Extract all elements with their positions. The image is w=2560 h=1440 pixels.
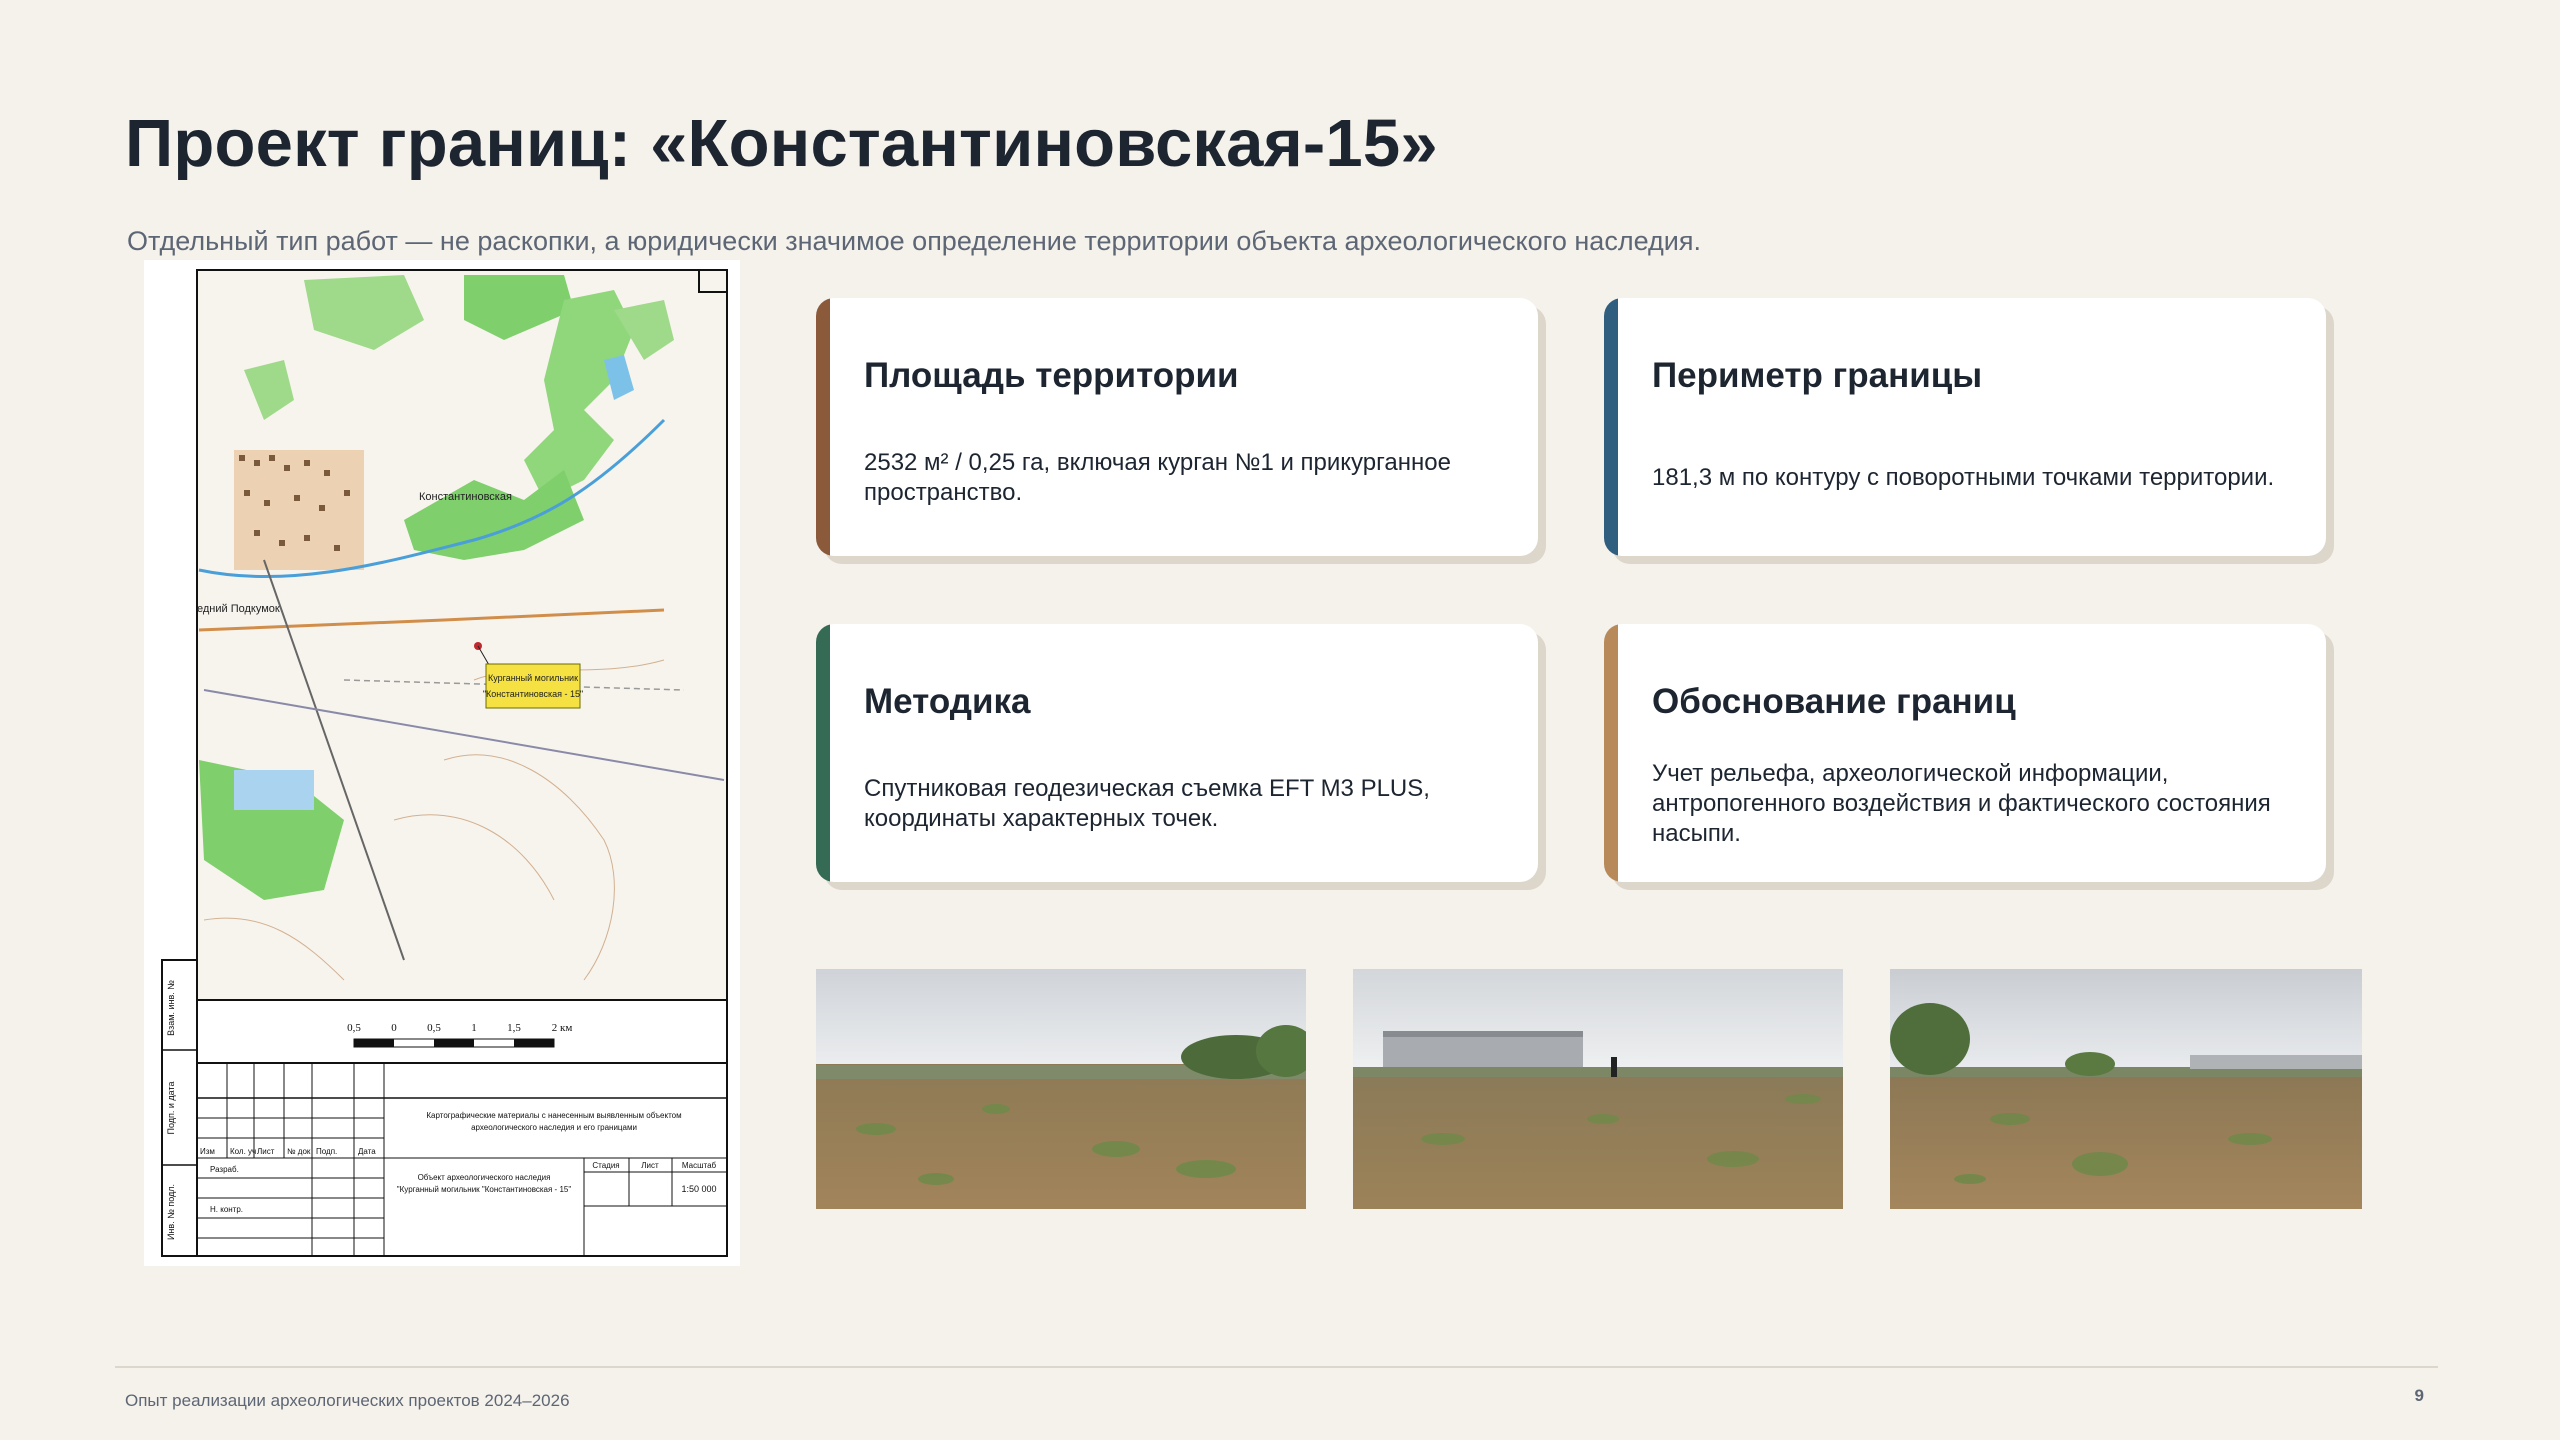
card-accent-bar [816, 298, 830, 556]
card-text: Спутниковая геодезическая съемка EFT M3 … [864, 775, 1430, 832]
svg-text:0,5: 0,5 [427, 1022, 441, 1034]
stamp-col-sheet: Лист [641, 1161, 659, 1170]
stamp-header-6: Дата [358, 1147, 376, 1156]
field-photo-1 [816, 969, 1306, 1209]
card-methodology: Методика Спутниковая геодезическая съемк… [816, 624, 1538, 882]
map-callout-line2: "Константиновская - 15" [483, 689, 583, 699]
card-title: Площадь территории [864, 356, 1239, 395]
card-title: Обоснование границ [1652, 682, 2016, 721]
stamp-header-4: № док [287, 1147, 311, 1156]
card-text: Учет рельефа, археологической информации… [1652, 760, 2271, 847]
card-title: Периметр границы [1652, 356, 1983, 395]
topographic-map: Константиновская едний Подкумок Курганны… [144, 260, 740, 1266]
page-number: 9 [2414, 1386, 2424, 1405]
card-text: 2532 м² / 0,25 га, включая курган №1 и п… [864, 449, 1451, 506]
stamp-header-1: Изм [200, 1147, 215, 1156]
card-accent-bar [1604, 624, 1618, 882]
svg-text:2 км: 2 км [552, 1022, 573, 1034]
map-town-label: Константиновская [419, 491, 512, 503]
map-callout-line1: Курганный могильник [488, 673, 578, 683]
svg-text:0,5: 0,5 [347, 1022, 361, 1034]
svg-text:0: 0 [391, 1022, 397, 1034]
stamp-row-developed: Разраб. [210, 1165, 239, 1174]
svg-text:1: 1 [471, 1022, 477, 1034]
card-accent-bar [816, 624, 830, 882]
card-perimeter: Периметр границы 181,3 м по контуру с по… [1604, 298, 2326, 556]
field-photo-3 [1890, 969, 2362, 1209]
stamp-header-5: Подп. [316, 1147, 337, 1156]
side-label-3: Инв. № подл. [166, 1184, 176, 1240]
card-text: 181,3 м по контуру с поворотными точками… [1652, 464, 2275, 491]
side-label-2: Подп. и дата [166, 1081, 176, 1134]
page-subtitle: Отдельный тип работ — не раскопки, а юри… [127, 226, 1701, 256]
stamp-title-line2: археологического наследия и его границам… [471, 1123, 637, 1132]
page-title: Проект границ: «Константиновская-15» [125, 106, 1438, 181]
stamp-col-stage: Стадия [592, 1161, 619, 1170]
card-justification: Обоснование границ Учет рельефа, археоло… [1604, 624, 2326, 882]
stamp-header-2: Кол. уч [230, 1147, 256, 1156]
card-accent-bar [1604, 298, 1618, 556]
footer-text: Опыт реализации археологических проектов… [125, 1391, 570, 1410]
stamp-scale-value: 1:50 000 [681, 1184, 716, 1194]
map-village-label: едний Подкумок [197, 603, 280, 615]
card-title: Методика [864, 682, 1031, 721]
svg-text:1,5: 1,5 [507, 1022, 521, 1034]
field-photo-2 [1353, 969, 1843, 1209]
stamp-object-line1: Объект археологического наследия [418, 1173, 551, 1182]
footer-divider [115, 1366, 2438, 1368]
stamp-object-line2: "Курганный могильник "Константиновская -… [397, 1185, 572, 1194]
side-label-1: Взам. инв. № [166, 980, 176, 1036]
stamp-row-control: Н. контр. [210, 1205, 243, 1214]
stamp-col-scale: Масштаб [682, 1161, 717, 1170]
stamp-header-3: Лист [257, 1147, 275, 1156]
card-area: Площадь территории 2532 м² / 0,25 га, вк… [816, 298, 1538, 556]
stamp-title-line1: Картографические материалы с нанесенным … [426, 1111, 681, 1120]
